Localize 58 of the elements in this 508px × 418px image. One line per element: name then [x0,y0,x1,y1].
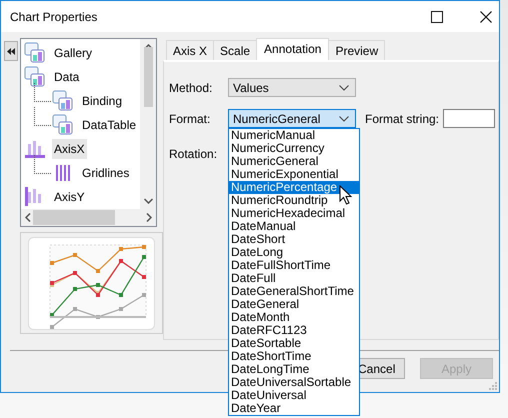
dropdown-option[interactable]: DateFull [229,272,359,285]
dropdown-option[interactable]: DateLong [229,246,359,259]
data-icon [24,66,46,88]
tab[interactable]: Preview [328,40,386,60]
tab[interactable]: Axis X [166,40,214,60]
chevron-down-icon [339,84,349,90]
dropdown-option[interactable]: DateShort [229,233,359,246]
scroll-left-icon[interactable] [25,213,31,222]
dropdown-option[interactable]: DateUniversal [229,389,359,402]
tree-item[interactable]: Gallery [52,43,94,63]
dropdown-option[interactable]: DateFullShortTime [229,259,359,272]
dropdown-option[interactable]: DateGeneralShortTime [229,285,359,298]
axisx-icon [24,138,46,160]
scrollbar-thumb[interactable] [32,210,114,225]
scrollbar-thumb[interactable] [144,46,152,106]
chevron-down-icon [339,116,349,122]
format-dropdown[interactable]: NumericGeneral [228,109,356,128]
datatable-icon [52,114,74,136]
tree-item[interactable]: Gridlines [80,163,132,183]
field-label: Method: [169,80,214,94]
dropdown-option[interactable]: DateMonth [229,311,359,324]
tree-item[interactable]: AxisX [52,139,87,159]
tree-item[interactable]: AxisY [52,187,87,207]
dropdown-option[interactable]: DateSortable [229,337,359,350]
dropdown-option[interactable]: NumericManual [229,129,359,142]
dropdown-option[interactable]: NumericRoundtrip [229,194,359,207]
dropdown-option[interactable]: NumericCurrency [229,142,359,155]
cursor-icon [339,185,353,205]
tree-item[interactable]: Data [52,67,82,87]
dropdown-option[interactable]: DateYear [229,402,359,415]
binding-icon [52,90,74,112]
tab[interactable]: Annotation [256,38,330,60]
scroll-down-icon[interactable] [144,198,152,204]
tree-item[interactable]: Binding [80,91,124,111]
window-title: Chart Properties [10,10,98,24]
vertical-scrollbar[interactable] [140,39,156,209]
format-string-field[interactable] [443,109,496,128]
double-arrow-icon [7,48,15,54]
field-label: Format: [169,112,212,126]
resize-grip-icon[interactable] [489,382,497,390]
dropdown-option[interactable]: DateRFC1123 [229,324,359,337]
maximize-icon[interactable] [431,10,443,22]
gallery-icon [24,42,46,64]
method-dropdown[interactable]: Values [228,78,356,97]
dropdown-option[interactable]: NumericPercentage [229,181,359,194]
field-label: Rotation: [169,146,218,160]
dropdown-option[interactable]: DateManual [229,220,359,233]
dropdown-option[interactable]: DateGeneral [229,298,359,311]
tree-item[interactable]: DataTable [80,115,138,135]
dropdown-option[interactable]: NumericHexadecimal [229,207,359,220]
dropdown-option[interactable]: NumericExponential [229,168,359,181]
scroll-right-icon[interactable] [146,213,152,222]
horizontal-scrollbar[interactable] [21,209,156,226]
close-icon[interactable] [480,10,492,22]
field-label: Format string: [365,112,440,126]
dropdown-option[interactable]: DateUniversalSortable [229,376,359,389]
collapse-button[interactable] [4,41,18,61]
dropdown-option[interactable]: NumericGeneral [229,155,359,168]
